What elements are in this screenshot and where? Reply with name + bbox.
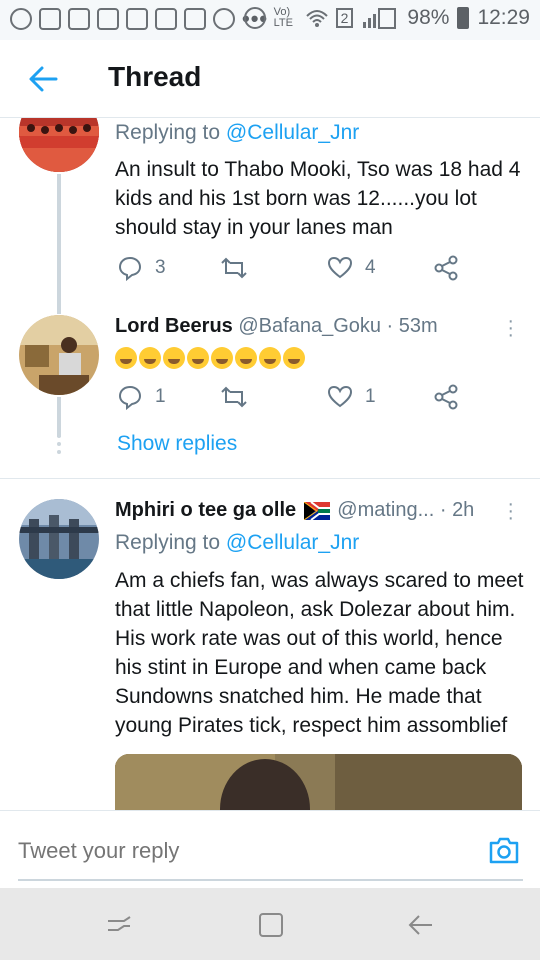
replying-to: Replying to @Cellular_Jnr — [115, 531, 359, 555]
home-icon[interactable] — [256, 910, 286, 940]
user-handle[interactable]: @Bafana_Goku — [238, 315, 381, 337]
missed-call-icon — [39, 8, 61, 30]
checkbox-icon — [126, 8, 148, 30]
gmail-icon — [97, 8, 119, 30]
clock: 12:29 — [477, 6, 530, 29]
avatar[interactable] — [19, 118, 99, 172]
app-header: Thread — [0, 40, 540, 118]
replying-to: Replying to @Cellular_Jnr — [115, 121, 359, 145]
retweet-icon — [221, 257, 247, 279]
avatar[interactable] — [19, 315, 99, 395]
arrow-left-icon[interactable] — [26, 62, 60, 96]
gmail-icon — [184, 8, 206, 30]
retweet-button[interactable] — [220, 255, 248, 281]
signal-icon — [363, 8, 397, 29]
battery-percent: 98% — [407, 6, 450, 29]
heart-icon — [327, 385, 353, 408]
rolling-laughing-emoji — [115, 347, 137, 369]
replying-prefix: Replying to — [115, 531, 226, 554]
avatar-image — [19, 499, 99, 579]
camera-icon[interactable] — [488, 835, 520, 865]
recents-icon[interactable] — [104, 910, 134, 940]
thread-line — [57, 174, 61, 314]
tweet-text: An insult to Thabo Mooki, Tso was 18 had… — [115, 158, 521, 239]
tweet-header: Lord Beerus @Bafana_Goku · 53m — [115, 315, 438, 337]
tweet-header: Mphiri o tee ga olle @mating... · 2h — [115, 499, 475, 521]
tweet-text: Am a chiefs fan, was always scared to me… — [115, 569, 524, 737]
gmail-icon — [155, 8, 177, 30]
reply-input[interactable] — [18, 833, 523, 869]
tweet-time: 53m — [398, 315, 438, 337]
gmail-icon — [68, 8, 90, 30]
like-button[interactable]: 1 — [327, 384, 376, 410]
tweet-time: 2h — [452, 499, 475, 521]
share-icon — [434, 255, 458, 281]
retweet-icon — [221, 386, 247, 408]
thread-line — [57, 397, 61, 437]
like-count: 1 — [365, 386, 376, 407]
alarm-icon — [243, 7, 266, 29]
reply-icon — [118, 385, 142, 410]
share-button[interactable] — [433, 384, 459, 410]
sim-indicator: 2 — [335, 8, 354, 28]
back-nav-icon[interactable] — [406, 910, 436, 940]
facebook-icon — [10, 8, 32, 30]
tweet-item[interactable]: Lord Beerus @Bafana_Goku · 53m ··· 1 1 — [0, 304, 540, 480]
thread-list[interactable]: Replying to @Cellular_Jnr An insult to T… — [0, 118, 540, 810]
reply-composer — [0, 810, 540, 888]
replying-prefix: Replying to — [115, 121, 226, 144]
page-title: Thread — [108, 61, 202, 92]
tweet-item[interactable]: Mphiri o tee ga olle @mating... · 2h · · ·… — [0, 479, 540, 810]
volte-indicator: Vo) LTE — [273, 6, 293, 29]
rolling-laughing-emoji — [163, 347, 185, 369]
display-name[interactable]: Lord Beerus — [115, 315, 233, 337]
user-handle[interactable]: @mating... — [337, 499, 434, 521]
tweet-actions: 3 4 — [115, 255, 475, 285]
more-options-icon[interactable]: · · · — [507, 494, 514, 528]
avatar-image — [19, 118, 99, 172]
heart-icon — [327, 256, 353, 279]
replying-handle-link[interactable]: @Cellular_Jnr — [226, 531, 359, 554]
rolling-laughing-emoji — [187, 347, 209, 369]
battery-icon — [457, 7, 470, 29]
like-count: 4 — [365, 257, 376, 278]
status-bar: ••• Vo) LTE 2 98% 12:29 — [0, 0, 540, 40]
chrome-icon — [213, 8, 235, 30]
more-options-icon[interactable]: · · · — [507, 311, 514, 345]
show-replies-link[interactable]: Show replies — [117, 432, 237, 456]
share-icon — [434, 384, 458, 410]
share-button[interactable] — [433, 255, 459, 281]
avatar[interactable] — [19, 499, 99, 579]
reply-count: 1 — [155, 386, 166, 407]
reply-button[interactable]: 3 — [117, 255, 166, 281]
system-icons: Vo) LTE 2 98% 12:29 — [243, 6, 530, 30]
retweet-button[interactable] — [220, 384, 248, 410]
notification-icons: ••• — [10, 6, 268, 32]
crying-emoji — [235, 347, 257, 369]
replying-handle-link[interactable]: @Cellular_Jnr — [226, 121, 359, 144]
media-image — [115, 754, 522, 810]
tweet-actions: 1 1 — [115, 384, 475, 414]
system-nav-bar — [0, 888, 540, 960]
display-name[interactable]: Mphiri o tee ga olle — [115, 499, 296, 521]
crying-emoji — [211, 347, 233, 369]
reply-button[interactable]: 1 — [117, 384, 166, 410]
reply-icon — [118, 256, 142, 281]
grinning-emoji — [259, 347, 281, 369]
tweet-item[interactable]: Replying to @Cellular_Jnr An insult to T… — [0, 118, 540, 314]
tweet-text-emojis — [115, 347, 307, 369]
thread-ellipsis — [57, 434, 61, 458]
reply-count: 3 — [155, 257, 166, 278]
south-africa-flag-icon — [303, 501, 330, 520]
reply-input-underline — [18, 879, 523, 881]
wifi-icon — [305, 10, 328, 27]
like-button[interactable]: 4 — [327, 255, 376, 281]
avatar-image — [19, 315, 99, 395]
grinning-emoji — [283, 347, 305, 369]
rolling-laughing-emoji — [139, 347, 161, 369]
tweet-media[interactable] — [115, 754, 522, 810]
